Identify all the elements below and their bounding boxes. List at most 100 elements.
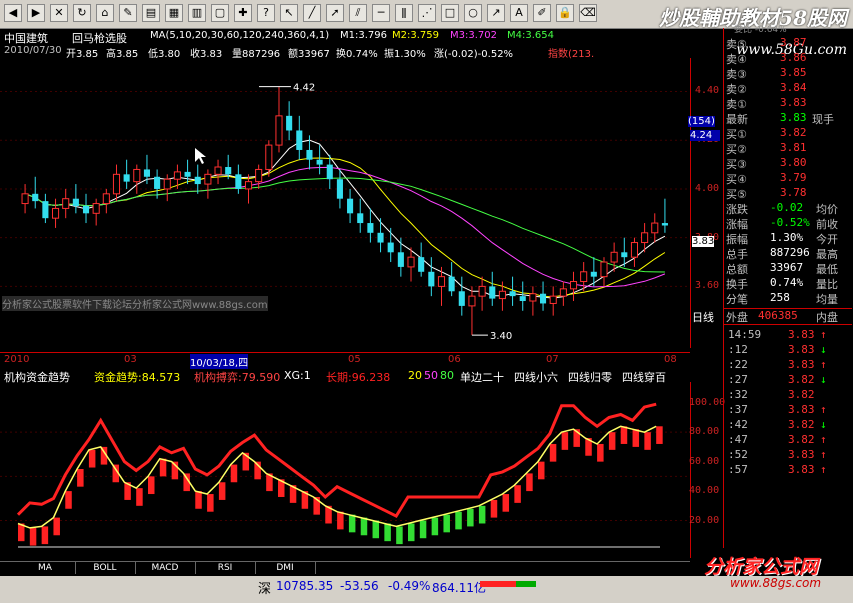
time-tick: 10/03/18,四	[190, 354, 249, 369]
refresh-icon[interactable]: ↻	[73, 4, 91, 22]
latest-extra: 现手	[812, 113, 834, 126]
time-tick: 2010	[4, 354, 30, 365]
fib-icon[interactable]: ǁ	[395, 4, 413, 22]
indicator-bar	[148, 476, 155, 495]
logo: 分析家公式网 www.88gs.com	[690, 550, 853, 596]
stop-icon[interactable]: ✕	[50, 4, 68, 22]
trade-row: 14:59 3.83 ↑	[724, 328, 852, 343]
edit-icon[interactable]: ✎	[119, 4, 137, 22]
ask-3-label: 卖③	[726, 68, 747, 81]
line-icon[interactable]: ╱	[303, 4, 321, 22]
ask-5-price: 3.87	[780, 36, 807, 49]
bid-4: 买④ 3.79	[724, 171, 852, 186]
info-date: 2010/07/30	[4, 45, 62, 56]
book-icon[interactable]: ▤	[142, 4, 160, 22]
text-icon[interactable]: A	[510, 4, 528, 22]
candle-body	[519, 296, 526, 302]
tab-inner[interactable]: 内盘	[816, 309, 838, 325]
stat-row: 振幅 1.30% 今开	[724, 231, 852, 246]
stock-name[interactable]: 中国建筑	[4, 30, 48, 46]
status-index-pct: -0.49%	[388, 579, 431, 593]
trade-direction-icon: ↑	[820, 358, 827, 371]
ask-1-price: 3.83	[780, 96, 807, 109]
bid-1-label: 买①	[726, 128, 747, 141]
candle-body	[21, 193, 29, 205]
lock-icon[interactable]: 🔒	[556, 4, 574, 22]
tab-ma[interactable]: MA	[15, 562, 76, 574]
bid-3-price: 3.80	[780, 156, 807, 169]
indicator-bar	[455, 511, 462, 530]
candle-body	[133, 168, 141, 183]
trade-price: 3.83	[788, 448, 815, 461]
hline-icon[interactable]: ─	[372, 4, 390, 22]
indicator-chart[interactable]	[0, 382, 690, 558]
bid-2-label: 买②	[726, 143, 747, 156]
cursor-icon[interactable]: ↖	[280, 4, 298, 22]
tab-outer[interactable]: 外盘	[726, 309, 748, 325]
ray-icon[interactable]: ➚	[326, 4, 344, 22]
stat-value: 0.74%	[770, 276, 804, 289]
chart-icon[interactable]: ✚	[234, 4, 252, 22]
bid-1-price: 3.82	[780, 126, 807, 139]
trade-price: 3.83	[788, 343, 815, 356]
trade-time: :37	[728, 403, 748, 416]
ask-2-price: 3.84	[780, 81, 807, 94]
stat-label: 振幅	[726, 233, 748, 246]
stat-label-2: 量比	[816, 278, 838, 291]
help-icon[interactable]: ?	[257, 4, 275, 22]
trade-row: :42 3.82 ↓	[724, 418, 852, 433]
ma-label: MA(5,10,20,30,60,120,240,360,4,1)	[150, 30, 330, 41]
candle-body	[590, 271, 597, 277]
layout-icon[interactable]: ▥	[188, 4, 206, 22]
indicator-bar	[348, 514, 356, 533]
tab-rsi[interactable]: RSI	[195, 562, 256, 574]
channel-icon[interactable]: ⫽	[349, 4, 367, 22]
candle-body	[641, 232, 649, 244]
formula-name[interactable]: 回马枪选股	[72, 30, 127, 46]
forward-icon[interactable]: ▶	[27, 4, 45, 22]
high-annotation: 4.42	[293, 83, 315, 94]
indicator-bar	[408, 523, 415, 542]
indicator-bar	[419, 520, 427, 539]
arrow-icon[interactable]: ↗	[487, 4, 505, 22]
logo-text: 分析家公式网	[704, 556, 819, 578]
pen-icon[interactable]: ✐	[533, 4, 551, 22]
tab-macd[interactable]: MACD	[135, 562, 196, 574]
time-tick: 08	[664, 354, 677, 365]
tab-boll[interactable]: BOLL	[75, 562, 136, 574]
candle-body	[194, 176, 201, 185]
gann-icon[interactable]: ⋰	[418, 4, 436, 22]
stat-row: 涨幅 -0.52% 前收	[724, 216, 852, 231]
home-icon[interactable]: ⌂	[96, 4, 114, 22]
ellipse-icon[interactable]: ○	[464, 4, 482, 22]
candle-body	[661, 223, 668, 226]
stat-value: -0.52%	[770, 216, 810, 229]
candle-body	[235, 174, 242, 189]
back-icon[interactable]: ◀	[4, 4, 22, 22]
tab-daily[interactable]: 日线	[692, 309, 714, 325]
bid-1: 买① 3.82	[724, 126, 852, 141]
indicator-tick: 20.00	[689, 514, 720, 526]
stat-label: 涨幅	[726, 218, 748, 231]
indicator-bar	[656, 426, 663, 444]
trade-price: 3.82	[788, 418, 815, 431]
level-20: 20	[408, 369, 422, 382]
stat-row: 换手 0.74% 量比	[724, 276, 852, 291]
stat-label: 分笔	[726, 293, 748, 306]
indicator-bar	[360, 517, 368, 536]
ask-3-price: 3.85	[780, 66, 807, 79]
outer-value: 406385	[758, 309, 798, 322]
rect-icon[interactable]: □	[441, 4, 459, 22]
trade-direction-icon: ↑	[820, 463, 827, 476]
grid-icon[interactable]: ▦	[165, 4, 183, 22]
stat-value: 887296	[770, 246, 810, 259]
trade-direction-icon: ↓	[820, 418, 827, 431]
time-tick: 07	[546, 354, 559, 365]
indicator-bar	[502, 494, 510, 512]
stat-label-2: 前收	[816, 218, 838, 231]
delete-icon[interactable]: ⌫	[579, 4, 597, 22]
latest: 最新 3.83 现手	[724, 111, 852, 126]
candle-body	[336, 179, 343, 199]
window-icon[interactable]: ▢	[211, 4, 229, 22]
tab-dmi[interactable]: DMI	[255, 562, 316, 574]
